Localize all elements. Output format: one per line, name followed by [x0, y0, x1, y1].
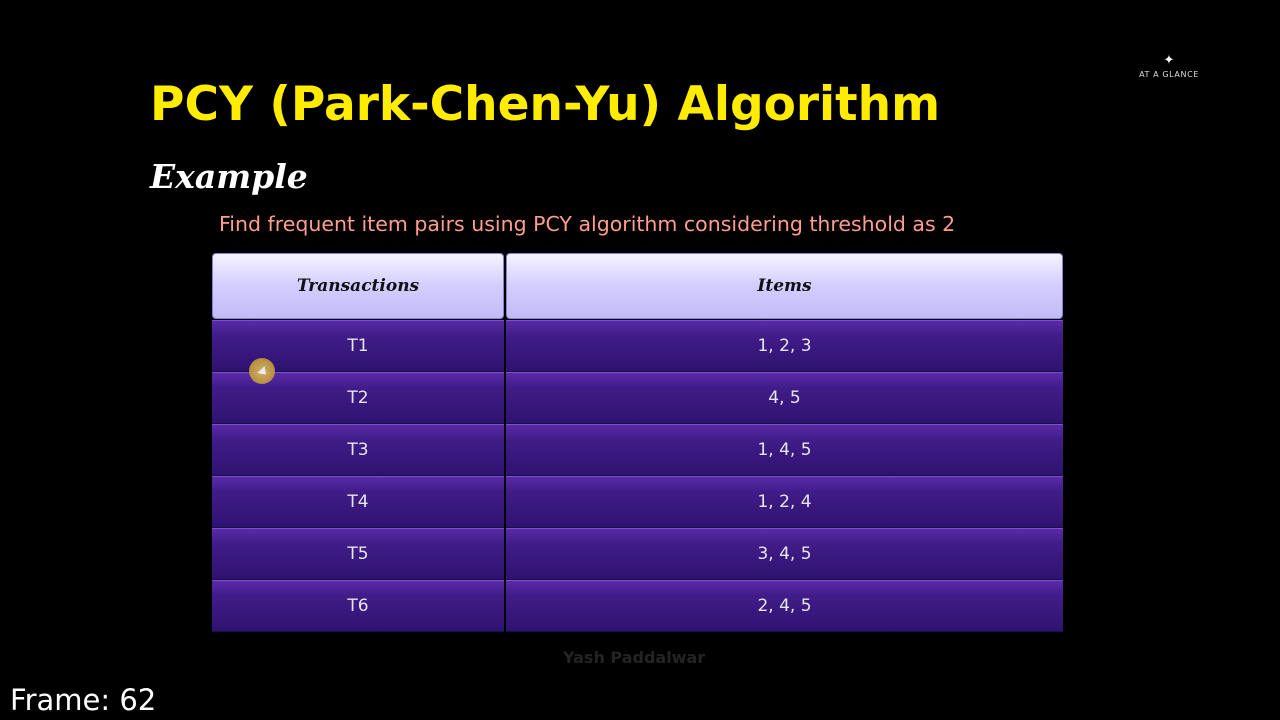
slide-title: PCY (Park-Chen-Yu) Algorithm: [150, 77, 941, 132]
sparkle-icon: ✦: [1163, 53, 1175, 68]
problem-statement: Find frequent item pairs using PCY algor…: [219, 212, 956, 236]
transaction-id-cell: T3: [212, 424, 504, 476]
items-cell: 3, 4, 5: [506, 528, 1063, 580]
channel-logo: ✦ AT A GLANCE: [1128, 54, 1210, 80]
header-transactions: Transactions: [212, 253, 504, 319]
transaction-id-cell: T4: [212, 476, 504, 528]
table-row: T2 4, 5: [212, 372, 1063, 424]
table-row: T1 1, 2, 3: [212, 320, 1063, 372]
table-header-row: Transactions Items: [212, 253, 1063, 319]
transaction-id-cell: T5: [212, 528, 504, 580]
table-row: T5 3, 4, 5: [212, 528, 1063, 580]
items-cell: 1, 2, 3: [506, 320, 1063, 372]
table-row: T3 1, 4, 5: [212, 424, 1063, 476]
author-watermark: Yash Paddalwar: [563, 648, 706, 667]
items-cell: 2, 4, 5: [506, 580, 1063, 632]
cursor-arrow-icon: [257, 365, 270, 379]
items-cell: 1, 4, 5: [506, 424, 1063, 476]
items-cell: 4, 5: [506, 372, 1063, 424]
items-cell: 1, 2, 4: [506, 476, 1063, 528]
transactions-table: Transactions Items T1 1, 2, 3 T2 4, 5 T3…: [212, 253, 1063, 632]
header-items: Items: [506, 253, 1063, 319]
table-row: T4 1, 2, 4: [212, 476, 1063, 528]
transaction-id-cell: T6: [212, 580, 504, 632]
mouse-cursor-highlight: [249, 358, 275, 384]
frame-counter: Frame: 62: [10, 683, 157, 717]
logo-text: AT A GLANCE: [1139, 70, 1199, 79]
slide-subtitle: Example: [150, 157, 308, 196]
table-row: T6 2, 4, 5: [212, 580, 1063, 632]
